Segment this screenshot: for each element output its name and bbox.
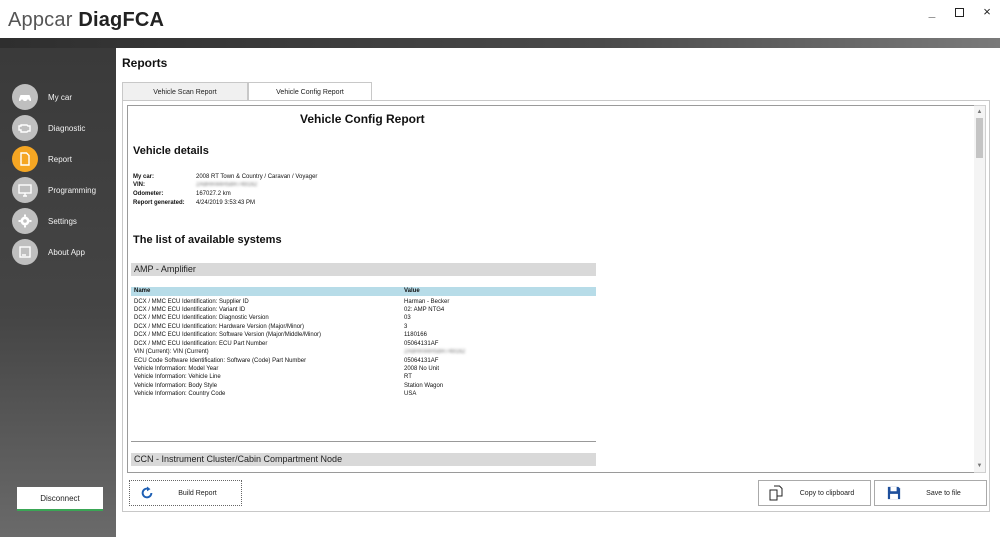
- app-title-bold: DiagFCA: [78, 9, 165, 31]
- scroll-up-icon[interactable]: ▲: [975, 108, 984, 117]
- car-icon: [12, 84, 38, 110]
- table-row: ECU Code Software Identification: Softwa…: [131, 357, 596, 365]
- tab-vehicle-scan-report[interactable]: Vehicle Scan Report: [122, 82, 248, 101]
- sidebar: My car Diagnostic Report Programming Set…: [0, 48, 116, 537]
- detail-key: VIN:: [133, 182, 145, 188]
- detail-key: Report generated:: [133, 200, 185, 206]
- vehicle-details-heading: Vehicle details: [133, 145, 209, 157]
- column-header-name: Name: [134, 288, 151, 294]
- row-name: DCX / MMC ECU Identification: Variant ID: [134, 307, 246, 313]
- save-icon: [887, 486, 901, 500]
- table-row: VIN (Current): VIN (Current) 2A8HR44H58R7…: [131, 348, 596, 356]
- report-title: Vehicle Config Report: [300, 112, 425, 126]
- row-value: 3: [404, 324, 408, 330]
- table-row: Vehicle Information: Vehicle Line RT: [131, 373, 596, 381]
- sidebar-item-about-app[interactable]: About App: [12, 239, 116, 265]
- table-row: DCX / MMC ECU Identification: Hardware V…: [131, 323, 596, 331]
- copy-to-clipboard-button[interactable]: Copy to clipboard: [758, 480, 871, 506]
- detail-value: 4/24/2019 3:53:43 PM: [196, 200, 256, 206]
- maximize-icon: [954, 8, 964, 17]
- detail-key: Odometer:: [133, 191, 164, 197]
- refresh-icon: [141, 486, 153, 499]
- system-header-ccn: CCN - Instrument Cluster/Cabin Compartme…: [131, 453, 596, 466]
- row-value: 05064131AF: [404, 358, 439, 364]
- table-row: DCX / MMC ECU Identification: Supplier I…: [131, 298, 596, 306]
- row-name: ECU Code Software Identification: Softwa…: [134, 358, 307, 364]
- detail-value: 167027.2 km: [196, 191, 231, 197]
- detail-value: 2A8HR44H58R749162: [196, 182, 258, 188]
- monitor-icon: [12, 177, 38, 203]
- sidebar-item-programming[interactable]: Programming: [12, 177, 116, 203]
- row-value: 05064131AF: [404, 341, 439, 347]
- engine-icon: [12, 115, 38, 141]
- build-report-button[interactable]: Build Report: [129, 480, 242, 506]
- row-name: Vehicle Information: Vehicle Line: [134, 374, 221, 380]
- disconnect-button[interactable]: Disconnect: [17, 487, 103, 511]
- sidebar-item-label: About App: [48, 247, 85, 257]
- header-strip: [0, 38, 1000, 48]
- maximize-button[interactable]: [950, 4, 968, 20]
- table-row: Vehicle Information: Body Style Station W…: [131, 382, 596, 390]
- sidebar-item-label: Settings: [48, 216, 77, 226]
- row-value: Harman - Becker: [404, 299, 450, 305]
- build-report-label: Build Report: [178, 489, 217, 497]
- table-row: DCX / MMC ECU Identification: Variant ID…: [131, 306, 596, 314]
- sidebar-item-settings[interactable]: Settings: [12, 208, 116, 234]
- column-header-value: Value: [404, 288, 420, 294]
- row-name: VIN (Current): VIN (Current): [134, 349, 209, 355]
- detail-key: My car:: [133, 174, 155, 180]
- row-name: Vehicle Information: Model Year: [134, 366, 219, 372]
- save-to-file-button[interactable]: Save to file: [874, 480, 987, 506]
- scroll-down-icon[interactable]: ▼: [975, 462, 984, 471]
- title-bar: Appcar DiagFCA _ ×: [0, 0, 1000, 38]
- sidebar-item-label: Diagnostic: [48, 123, 86, 133]
- table-row: DCX / MMC ECU Identification: Software V…: [131, 331, 596, 339]
- systems-heading: The list of available systems: [133, 234, 282, 246]
- page-title: Reports: [122, 56, 168, 70]
- copy-to-clipboard-label: Copy to clipboard: [799, 489, 855, 497]
- close-button[interactable]: ×: [978, 4, 996, 20]
- sidebar-item-report[interactable]: Report: [12, 146, 116, 172]
- system-header-amp: AMP - Amplifier: [131, 263, 596, 276]
- scroll-thumb[interactable]: [976, 118, 983, 158]
- table-row: Vehicle Information: Country Code USA: [131, 390, 596, 398]
- row-value: 2008 No Unit: [404, 366, 440, 372]
- sidebar-item-my-car[interactable]: My car: [12, 84, 116, 110]
- row-name: Vehicle Information: Body Style: [134, 383, 218, 389]
- row-name: DCX / MMC ECU Identification: Software V…: [134, 332, 322, 338]
- row-value: 02: AMP NTG4: [404, 307, 445, 313]
- sidebar-item-label: Programming: [48, 185, 97, 195]
- row-value: USA: [404, 391, 417, 397]
- sidebar-item-diagnostic[interactable]: Diagnostic: [12, 115, 116, 141]
- row-value: 03: [404, 315, 411, 321]
- info-icon: [12, 239, 38, 265]
- row-name: DCX / MMC ECU Identification: ECU Part N…: [134, 341, 268, 347]
- sidebar-item-label: Report: [48, 154, 73, 164]
- copy-icon: [769, 485, 783, 501]
- row-name: DCX / MMC ECU Identification: Supplier I…: [134, 299, 249, 305]
- row-value: Station Wagon: [404, 383, 444, 389]
- row-name: Vehicle Information: Country Code: [134, 391, 226, 397]
- save-to-file-label: Save to file: [926, 489, 961, 497]
- report-scrollbar[interactable]: ▲ ▼: [974, 105, 986, 473]
- tab-vehicle-config-report[interactable]: Vehicle Config Report: [248, 82, 372, 102]
- row-name: DCX / MMC ECU Identification: Diagnostic…: [134, 315, 269, 321]
- document-icon: [12, 146, 38, 172]
- table-row: Vehicle Information: Model Year 2008 No U…: [131, 365, 596, 373]
- sidebar-item-label: My car: [48, 92, 72, 102]
- table-row: DCX / MMC ECU Identification: ECU Part N…: [131, 340, 596, 348]
- app-title-light: Appcar: [8, 9, 79, 31]
- gear-icon: [12, 208, 38, 234]
- table-row: DCX / MMC ECU Identification: Diagnostic…: [131, 314, 596, 322]
- row-name: DCX / MMC ECU Identification: Hardware V…: [134, 324, 305, 330]
- row-value: 1180166: [404, 332, 427, 338]
- row-value: 2A8HR44H58R749162: [404, 349, 466, 355]
- table-header: Name Value: [131, 287, 596, 296]
- detail-value: 2008 RT Town & Country / Caravan / Voyag…: [196, 174, 318, 180]
- section-divider: [131, 441, 596, 442]
- row-value: RT: [404, 374, 412, 380]
- minimize-button[interactable]: _: [923, 4, 941, 20]
- app-title: Appcar DiagFCA: [8, 9, 164, 32]
